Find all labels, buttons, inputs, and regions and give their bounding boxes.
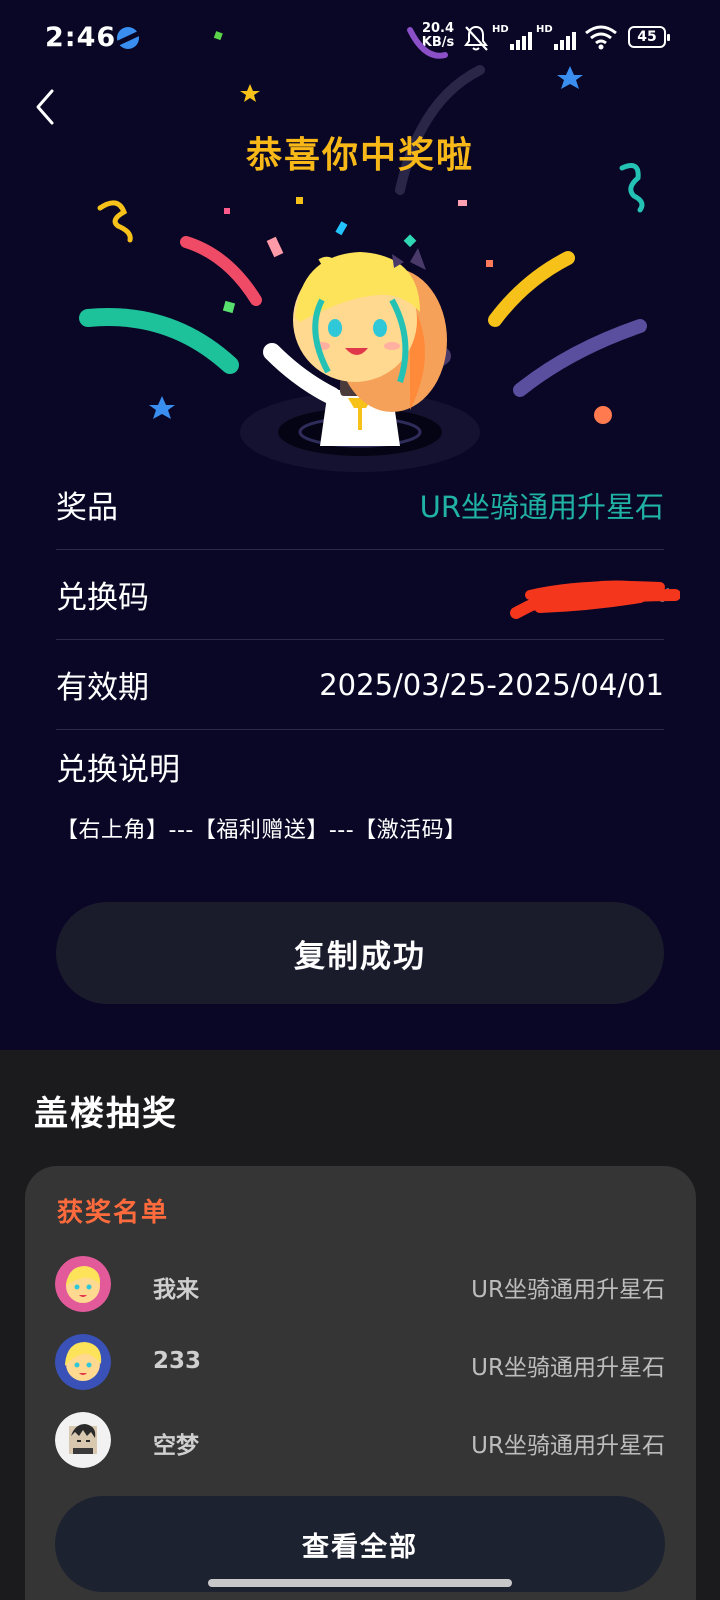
code-label: 兑换码 (56, 580, 149, 616)
view-all-button[interactable]: 查看全部 (55, 1496, 665, 1592)
list-item: 我来 UR坐骑通用升星石 (55, 1256, 665, 1316)
prize-result-panel: 2:46 20.4 KB/s HD HD 45 恭喜你中奖啦 奖品 UR坐骑通用… (0, 0, 720, 1050)
instructions-label: 兑换说明 (56, 752, 180, 788)
winner-name: 我来 (153, 1277, 199, 1303)
list-item: 空梦 UR坐骑通用升星石 (55, 1412, 665, 1472)
prize-value: UR坐骑通用升星石 (419, 489, 664, 524)
celebration-illustration (79, 27, 647, 472)
list-item: 233 UR坐骑通用升星石 (55, 1334, 665, 1394)
redaction-scribble (510, 580, 680, 619)
prize-row: 奖品 UR坐骑通用升星石 (56, 460, 664, 550)
prize-label: 奖品 (56, 490, 118, 526)
winner-prize: UR坐骑通用升星石 (471, 1433, 665, 1459)
validity-label: 有效期 (56, 670, 149, 706)
instructions-text: 【右上角】---【福利赠送】---【激活码】 (56, 818, 467, 843)
validity-row: 有效期 2025/03/25-2025/04/01 (56, 640, 664, 730)
winner-prize: UR坐骑通用升星石 (471, 1277, 665, 1303)
copy-button[interactable]: 复制成功 (56, 902, 664, 1004)
avatar[interactable] (55, 1256, 111, 1312)
lottery-section: 盖楼抽奖 获奖名单 我来 UR坐骑通用升星石 233 UR坐骑通用升星石 空梦 … (0, 1050, 720, 1600)
winners-title: 获奖名单 (57, 1198, 170, 1228)
code-row[interactable]: 兑换码 ····· ·· ·v (56, 550, 680, 640)
winners-card: 获奖名单 我来 UR坐骑通用升星石 233 UR坐骑通用升星石 空梦 UR坐骑通… (25, 1166, 696, 1600)
winner-prize: UR坐骑通用升星石 (471, 1355, 665, 1381)
winner-name: 233 (153, 1348, 202, 1374)
validity-value: 2025/03/25-2025/04/01 (319, 667, 664, 702)
redeem-instructions: 兑换说明 【右上角】---【福利赠送】---【激活码】 (56, 740, 664, 844)
lottery-section-title: 盖楼抽奖 (34, 1094, 178, 1134)
prize-details: 奖品 UR坐骑通用升星石 兑换码 ····· ·· ·v 有效期 2025/03… (56, 460, 680, 730)
avatar[interactable] (55, 1334, 111, 1390)
page-title: 恭喜你中奖啦 (245, 135, 474, 176)
code-value-redacted[interactable]: ····· ·· ·v (480, 565, 680, 625)
home-indicator[interactable] (208, 1579, 512, 1587)
winner-name: 空梦 (153, 1433, 199, 1459)
avatar[interactable] (55, 1412, 111, 1468)
